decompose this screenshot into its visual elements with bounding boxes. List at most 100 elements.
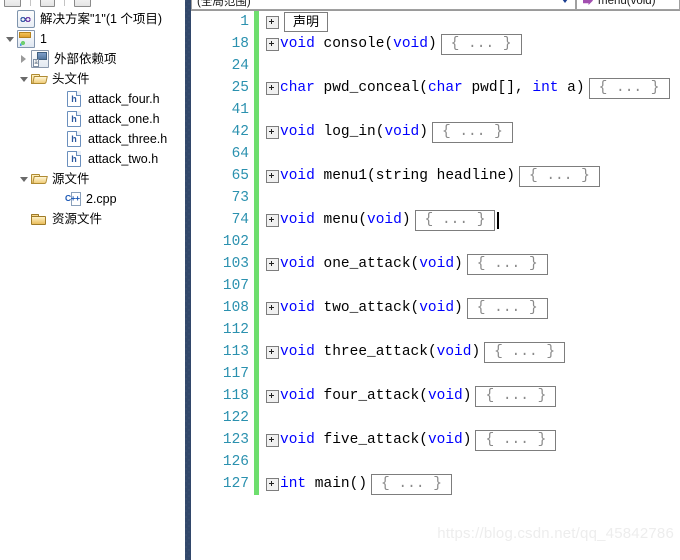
- code-text: void console(void){ ... }: [280, 33, 522, 55]
- tree-item-label: 源文件: [52, 172, 90, 186]
- code-line[interactable]: 112: [191, 319, 680, 341]
- chevron-down-icon[interactable]: [2, 29, 17, 49]
- code-keyword: int: [532, 80, 559, 96]
- expand-region-icon[interactable]: [266, 257, 279, 271]
- code-identifier: four_attack: [314, 388, 420, 404]
- expand-region-icon[interactable]: [266, 15, 279, 29]
- show-all-files-icon[interactable]: [74, 0, 91, 7]
- ide-window: 解决方案"1"(1 个项目) 1 外部依赖项头文件 attack_four.hatta…: [0, 0, 680, 560]
- code-line[interactable]: 64: [191, 143, 680, 165]
- code-line[interactable]: 108 void two_attack(void){ ... }: [191, 297, 680, 319]
- collapsed-block-placeholder[interactable]: { ... }: [431, 121, 513, 143]
- tree-item-solution[interactable]: 解决方案"1"(1 个项目): [0, 9, 185, 29]
- expand-region-icon[interactable]: [266, 433, 279, 447]
- code-line[interactable]: 41: [191, 99, 680, 121]
- code-identifier: menu: [314, 212, 359, 228]
- code-keyword: int: [280, 476, 307, 492]
- change-bar: [254, 165, 259, 187]
- code-line[interactable]: 1 声明: [191, 11, 680, 33]
- line-number: 74: [231, 212, 249, 228]
- line-number: 127: [222, 476, 249, 492]
- code-keyword: void: [436, 344, 472, 360]
- expand-region-icon[interactable]: [266, 301, 279, 315]
- code-line[interactable]: 118 void four_attack(void){ ... }: [191, 385, 680, 407]
- line-number: 18: [231, 36, 249, 52]
- code-keyword: void: [280, 124, 315, 140]
- code-line[interactable]: 25 char pwd_conceal(char pwd[], int a){ .…: [191, 77, 680, 99]
- line-number: 108: [222, 300, 249, 316]
- tree-item-attack-two-h[interactable]: attack_two.h: [0, 149, 185, 169]
- chevron-down-icon[interactable]: [16, 169, 31, 189]
- tree-item-attack-one-h[interactable]: attack_one.h: [0, 109, 185, 129]
- solution-icon: [17, 10, 35, 28]
- refresh-icon[interactable]: [40, 0, 55, 7]
- chevron-down-icon[interactable]: [16, 69, 31, 89]
- line-number: 1: [240, 14, 249, 30]
- code-line[interactable]: 74 void menu(void){ ... }: [191, 209, 680, 231]
- code-line[interactable]: 127 int main(){ ... }: [191, 473, 680, 495]
- code-line[interactable]: 42 void log_in(void){ ... }: [191, 121, 680, 143]
- collapsed-block-placeholder[interactable]: { ... }: [475, 429, 557, 451]
- collapsed-block-placeholder[interactable]: { ... }: [371, 473, 452, 495]
- code-identifier: ): [462, 432, 472, 448]
- collapsed-block-placeholder[interactable]: { ... }: [440, 33, 522, 55]
- code-line[interactable]: 126: [191, 451, 680, 473]
- code-line[interactable]: 102: [191, 231, 680, 253]
- line-number: 41: [231, 102, 249, 118]
- collapsed-block-placeholder[interactable]: { ... }: [475, 385, 557, 407]
- line-number: 24: [231, 58, 249, 74]
- tree-item-attack-four-h[interactable]: attack_four.h: [0, 89, 185, 109]
- scope-dropdown[interactable]: (全局范围): [191, 0, 576, 10]
- code-line[interactable]: 73: [191, 187, 680, 209]
- collapsed-block-placeholder[interactable]: { ... }: [518, 165, 600, 187]
- code-line[interactable]: 24: [191, 55, 680, 77]
- solution-explorer-toolbar: [0, 0, 185, 9]
- expand-region-icon[interactable]: [266, 81, 279, 95]
- member-dropdown[interactable]: menu(void): [576, 0, 680, 10]
- code-identifier: one_attack: [314, 256, 411, 272]
- code-line[interactable]: 113 void three_attack(void){ ... }: [191, 341, 680, 363]
- expand-region-icon[interactable]: [266, 389, 279, 403]
- expand-region-icon[interactable]: [266, 169, 279, 183]
- code-identifier: (: [427, 344, 437, 360]
- code-line[interactable]: 123 void five_attack(void){ ... }: [191, 429, 680, 451]
- collapsed-block-placeholder[interactable]: { ... }: [484, 341, 566, 363]
- code-line[interactable]: 18 void console(void){ ... }: [191, 33, 680, 55]
- tree-item-2-cpp[interactable]: 2.cpp: [0, 189, 185, 209]
- tree-item-header-files[interactable]: 头文件: [0, 69, 185, 89]
- tree-item-resource-files[interactable]: 资源文件: [0, 209, 185, 229]
- expand-region-icon[interactable]: [266, 125, 279, 139]
- folder-closed-icon: [31, 211, 47, 227]
- tree-item-external-dependencies[interactable]: 外部依赖项: [0, 49, 185, 69]
- editor-text-surface[interactable]: 1 声明 18 void console(void){ ... } 24 25 char p…: [191, 11, 680, 560]
- code-keyword: void: [367, 212, 402, 228]
- code-line[interactable]: 107: [191, 275, 680, 297]
- collapsed-block-placeholder[interactable]: { ... }: [466, 253, 548, 275]
- code-identifier: (: [419, 432, 428, 448]
- expand-region-icon[interactable]: [266, 37, 279, 51]
- expand-region-icon[interactable]: [266, 213, 279, 227]
- tree-item-label: 1: [40, 32, 47, 46]
- tree-item-source-files[interactable]: 源文件: [0, 169, 185, 189]
- collapsed-block-placeholder[interactable]: { ... }: [466, 297, 548, 319]
- line-number: 113: [222, 344, 249, 360]
- properties-icon[interactable]: [4, 0, 21, 7]
- code-line[interactable]: 65 void menu1(string headline){ ... }: [191, 165, 680, 187]
- collapsed-block-placeholder[interactable]: { ... }: [414, 209, 496, 231]
- expand-region-icon[interactable]: [266, 477, 279, 491]
- chevron-right-icon[interactable]: [16, 49, 31, 69]
- code-identifier: three_attack: [314, 344, 428, 360]
- line-number: 102: [222, 234, 249, 250]
- tree-item-project[interactable]: 1: [0, 29, 185, 49]
- folder-open-icon: [31, 71, 47, 87]
- collapsed-region-label[interactable]: 声明: [284, 12, 329, 32]
- code-line[interactable]: 122: [191, 407, 680, 429]
- code-keyword: void: [427, 388, 463, 404]
- code-line[interactable]: 103 void one_attack(void){ ... }: [191, 253, 680, 275]
- code-line[interactable]: 117: [191, 363, 680, 385]
- expand-region-icon[interactable]: [266, 345, 279, 359]
- tree-item-attack-three-h[interactable]: attack_three.h: [0, 129, 185, 149]
- code-identifier: ): [471, 344, 481, 360]
- collapsed-block-placeholder[interactable]: { ... }: [588, 77, 670, 99]
- code-identifier: (: [419, 388, 428, 404]
